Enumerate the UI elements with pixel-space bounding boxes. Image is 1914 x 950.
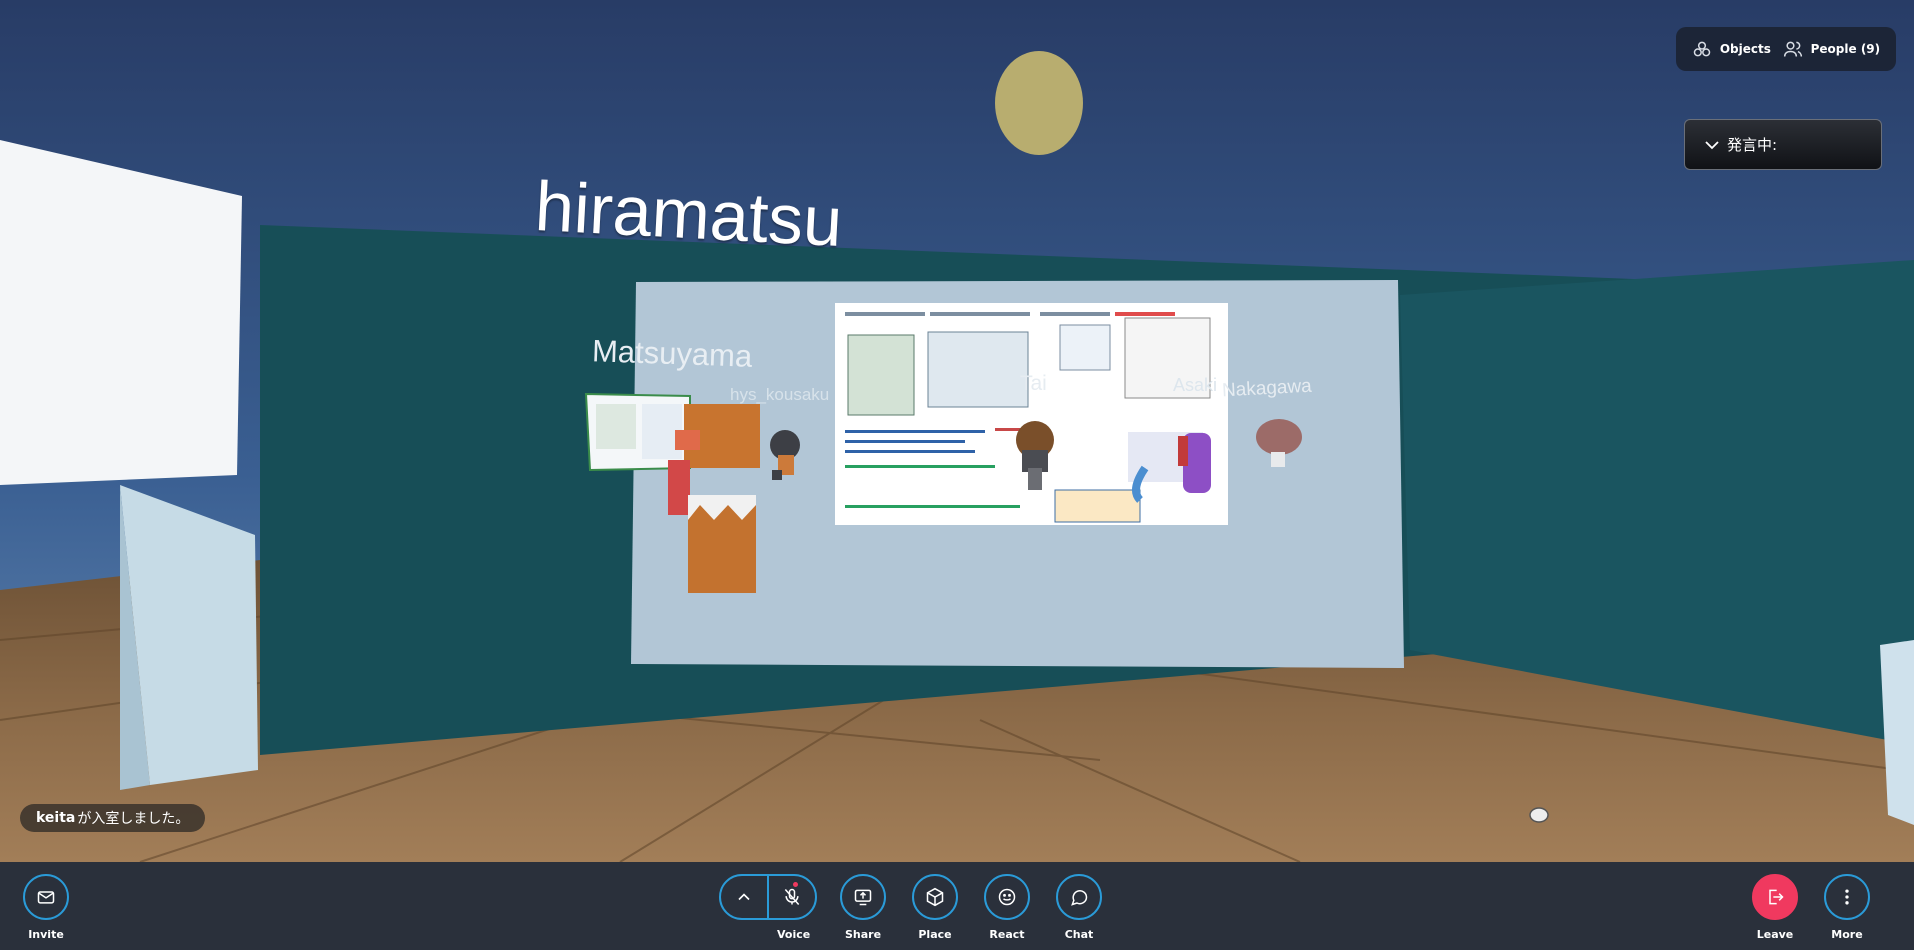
chevron-up-icon — [738, 893, 750, 901]
place-label: Place — [918, 928, 952, 941]
leave-label: Leave — [1756, 928, 1794, 941]
chat-label: Chat — [1064, 928, 1094, 941]
react-item: React — [984, 874, 1030, 941]
speaking-label: 発言中: — [1727, 136, 1778, 154]
screen-share-icon — [854, 889, 872, 906]
chat-item: Chat — [1056, 874, 1102, 941]
join-notification: keita が入室しました。 — [20, 804, 206, 832]
mail-icon — [37, 891, 55, 904]
objects-button[interactable]: Objects — [1692, 39, 1771, 59]
voice-controls — [719, 874, 817, 920]
3d-room-viewport[interactable] — [0, 0, 1914, 862]
notification-user: keita — [36, 810, 76, 826]
chevron-down-icon[interactable] — [1703, 136, 1721, 154]
objects-label: Objects — [1719, 42, 1771, 56]
cube-icon — [926, 887, 944, 907]
more-vertical-icon — [1845, 889, 1849, 905]
chat-bubble-icon — [1071, 890, 1088, 906]
react-button[interactable] — [984, 874, 1030, 920]
more-label: More — [1831, 928, 1863, 941]
share-item: Share — [840, 874, 886, 941]
speaking-panel[interactable]: 発言中: — [1684, 119, 1882, 170]
leave-button[interactable] — [1752, 874, 1798, 920]
react-label: React — [989, 928, 1025, 941]
invite-label: Invite — [28, 928, 64, 941]
voice-options-button[interactable] — [721, 876, 769, 918]
people-label: People (9) — [1810, 42, 1881, 56]
room-panel-tabs: Objects People (9) — [1676, 27, 1896, 71]
objects-icon — [1693, 41, 1711, 57]
invite-button[interactable] — [23, 874, 69, 920]
leave-item: Leave — [1752, 874, 1798, 941]
share-button[interactable] — [840, 874, 886, 920]
notification-message: が入室しました。 — [77, 811, 190, 827]
mic-status-dot — [793, 882, 798, 887]
people-icon — [1783, 41, 1802, 57]
exit-icon — [1769, 889, 1784, 905]
people-button[interactable]: People (9) — [1783, 39, 1881, 59]
place-button[interactable] — [912, 874, 958, 920]
more-button[interactable] — [1824, 874, 1870, 920]
more-item: More — [1824, 874, 1870, 941]
place-item: Place — [912, 874, 958, 941]
voice-label: Voice — [777, 928, 811, 941]
smiley-icon — [998, 888, 1016, 906]
invite-item: Invite — [23, 874, 69, 941]
share-label: Share — [844, 928, 882, 941]
bottom-toolbar: Invite Voice Share Place React Chat Leav… — [0, 862, 1914, 950]
mic-muted-icon — [784, 888, 800, 905]
mic-toggle-button[interactable] — [769, 876, 815, 918]
chat-button[interactable] — [1056, 874, 1102, 920]
